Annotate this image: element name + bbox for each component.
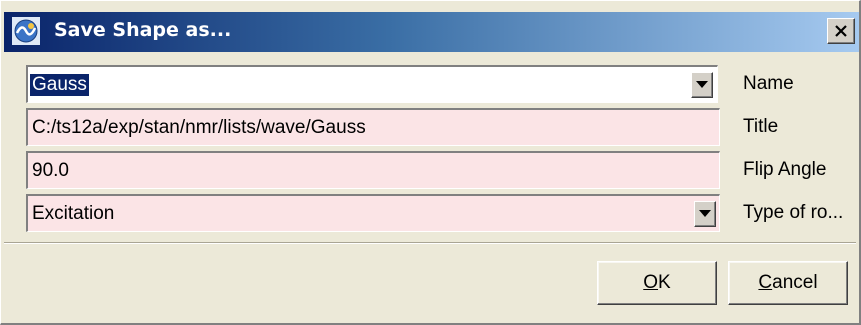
ok-label: K <box>658 272 671 293</box>
divider <box>4 242 856 244</box>
title-label: Title <box>743 116 779 137</box>
name-label: Name <box>743 73 794 94</box>
title-bar[interactable]: Save Shape as... <box>4 12 859 52</box>
cancel-button[interactable]: Cancel <box>728 261 848 305</box>
title-value: C:/ts12a/exp/stan/nmr/lists/wave/Gauss <box>32 116 366 138</box>
save-shape-dialog: Save Shape as... Gauss Name C:/ts12a/exp… <box>0 0 861 325</box>
type-combobox[interactable]: Excitation <box>26 194 720 232</box>
type-value: Excitation <box>32 202 115 224</box>
name-value: Gauss <box>30 73 89 96</box>
close-icon <box>835 25 847 37</box>
flip-angle-label: Flip Angle <box>743 159 827 180</box>
dialog-title: Save Shape as... <box>54 19 232 41</box>
app-icon <box>12 17 40 45</box>
ok-button[interactable]: OK <box>597 261 717 305</box>
shape-form: Gauss Name C:/ts12a/exp/stan/nmr/lists/w… <box>16 61 852 239</box>
ok-mnemonic: O <box>643 272 659 293</box>
title-field[interactable]: C:/ts12a/exp/stan/nmr/lists/wave/Gauss <box>26 108 720 146</box>
close-button[interactable] <box>827 18 855 44</box>
name-combobox[interactable]: Gauss <box>26 65 718 103</box>
flip-angle-value: 90.0 <box>32 159 69 181</box>
cancel-label: ancel <box>772 272 818 293</box>
flip-angle-field[interactable]: 90.0 <box>26 151 720 189</box>
chevron-down-icon <box>696 81 708 88</box>
name-dropdown-button[interactable] <box>691 71 713 98</box>
chevron-down-icon <box>699 210 711 217</box>
type-label: Type of ro... <box>743 202 844 223</box>
type-dropdown-button[interactable] <box>694 200 716 227</box>
cancel-mnemonic: C <box>758 272 773 293</box>
